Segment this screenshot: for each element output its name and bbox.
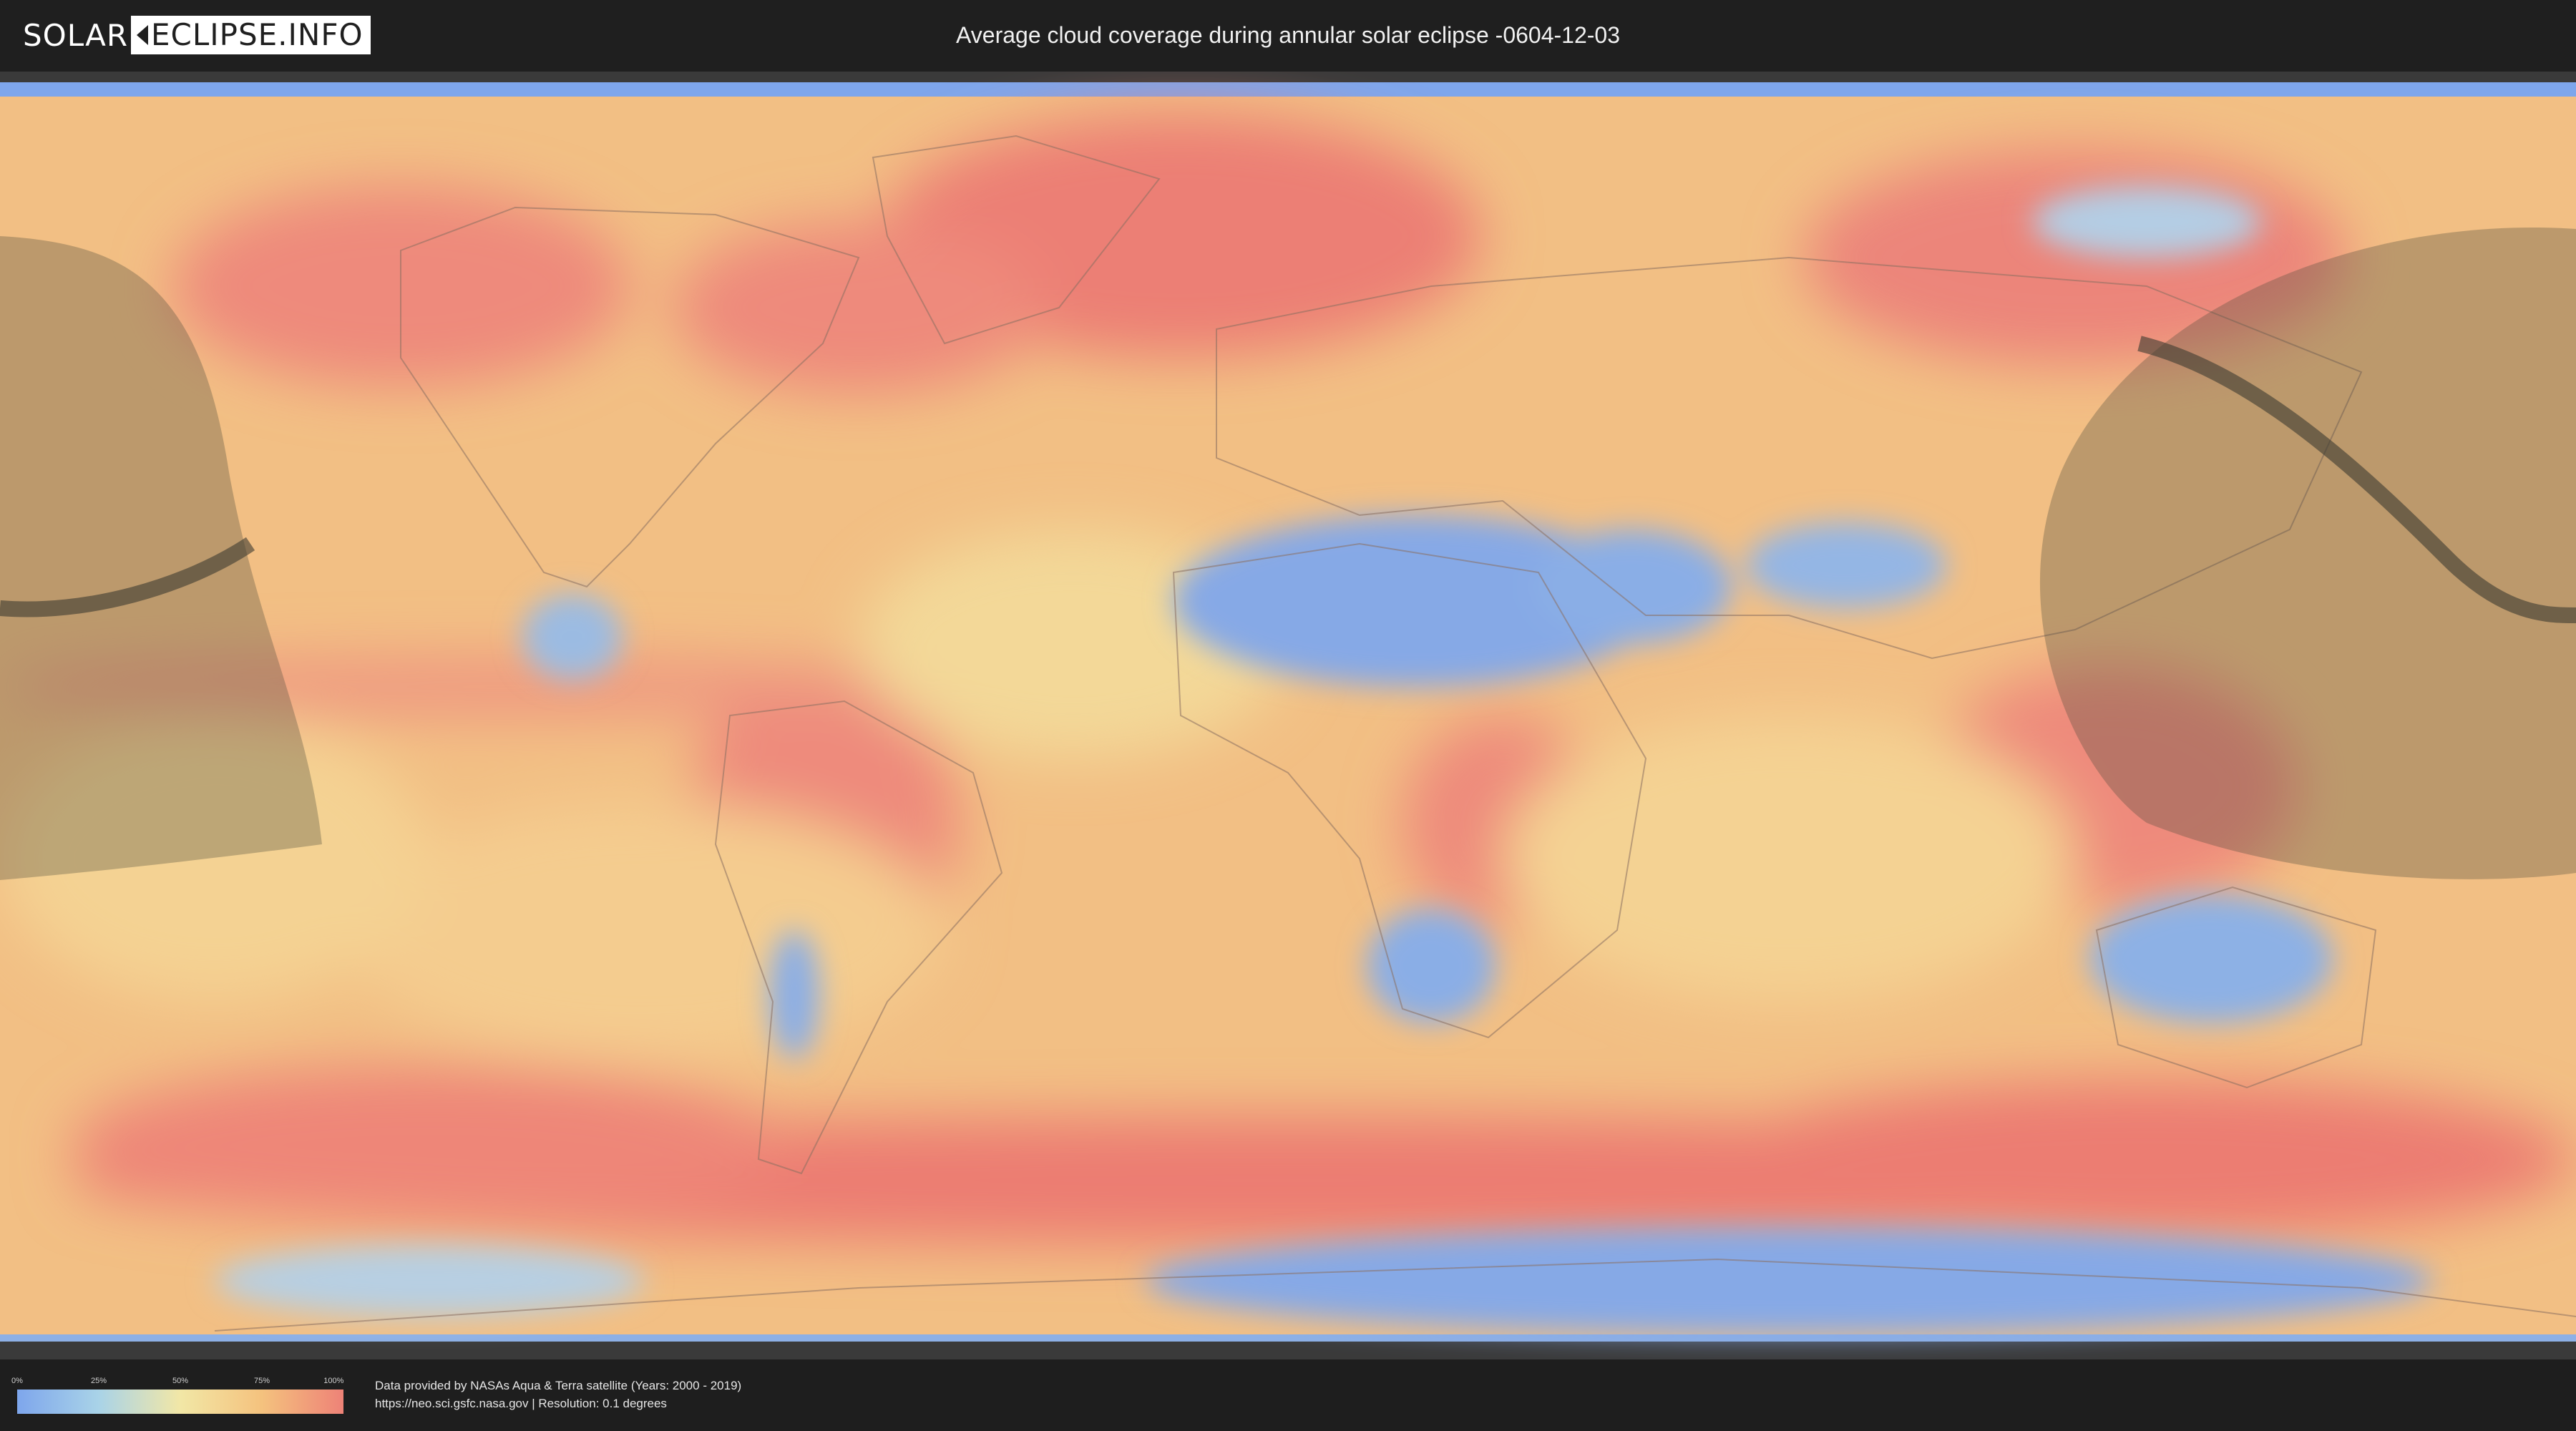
credits-line-source: Data provided by NASAs Aqua & Terra sate… [375,1379,742,1392]
credits-line-url[interactable]: https://neo.sci.gsfc.nasa.gov | Resoluti… [375,1395,741,1412]
legend-tick-0: 0% [11,1377,23,1385]
header-bar: SOLAR ECLIPSE.INFO Average cloud coverag… [0,0,2576,72]
data-credits: Data provided by NASAs Aqua & Terra sate… [375,1377,741,1412]
legend-tick-100: 100% [323,1377,344,1385]
legend-tick-75: 75% [253,1377,270,1385]
south-edge-strip [0,1334,2576,1342]
cloud-coverage-map[interactable] [0,72,2576,1359]
world-map [0,82,2576,1342]
legend-tick-25: 25% [90,1377,107,1385]
north-edge-strip [0,82,2576,97]
page-title: Average cloud coverage during annular so… [956,22,1620,48]
footer-bar: 0% 25% 50% 75% 100% Data provided by NAS… [0,1359,2576,1431]
legend-tick-50: 50% [172,1377,189,1385]
color-legend: 0% 25% 50% 75% 100% [11,1377,344,1417]
legend-gradient-bar [17,1390,343,1414]
